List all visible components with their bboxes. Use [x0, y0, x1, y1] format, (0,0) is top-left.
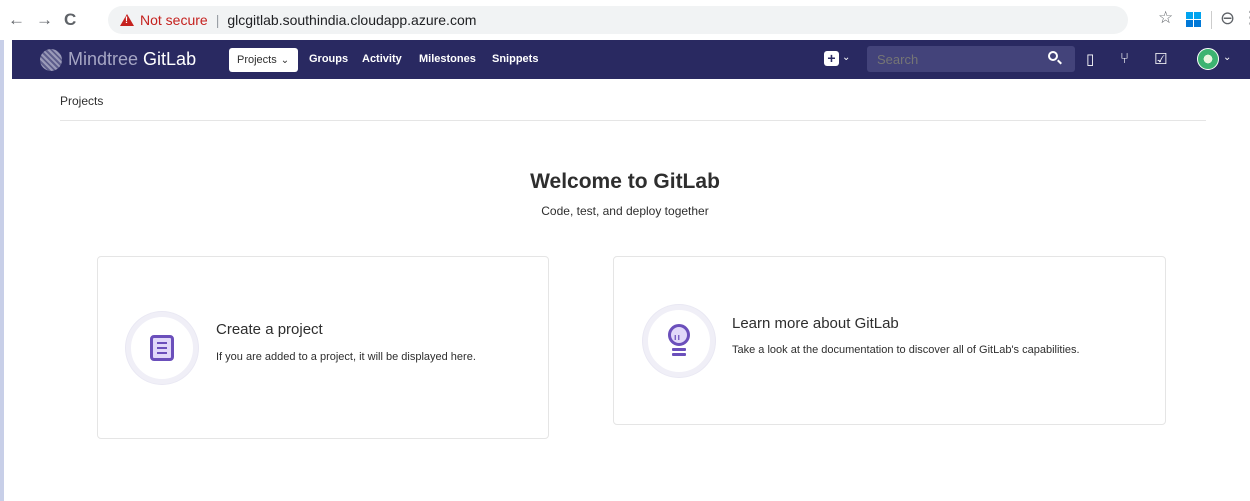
brand-prefix: Mindtree [68, 49, 139, 69]
url-separator: | [215, 12, 220, 28]
profile-icon[interactable]: ⊖ [1220, 8, 1235, 29]
merge-requests-icon[interactable]: ⑂ [1120, 50, 1129, 67]
search-icon[interactable] [1048, 51, 1058, 61]
url-text[interactable]: glcgitlab.southindia.cloudapp.azure.com [227, 12, 476, 28]
learn-gitlab-card[interactable]: ıı Learn more about GitLab Take a look a… [613, 256, 1166, 425]
reload-icon[interactable]: C [64, 10, 76, 30]
warning-icon [120, 14, 134, 26]
project-document-icon [150, 335, 174, 361]
nav-activity[interactable]: Activity [362, 53, 402, 65]
breadcrumb-divider [60, 120, 1206, 121]
gitlab-header: Mindtree GitLab Projects ⌄ Groups Activi… [12, 40, 1250, 79]
nav-groups[interactable]: Groups [309, 53, 348, 65]
not-secure-label[interactable]: Not secure [140, 12, 208, 28]
todos-icon[interactable]: ☑ [1154, 50, 1167, 68]
create-project-card[interactable]: Create a project If you are added to a p… [97, 256, 549, 439]
mindtree-logo-icon[interactable] [40, 49, 62, 71]
nav-snippets[interactable]: Snippets [492, 53, 538, 65]
brand-title[interactable]: Mindtree GitLab [68, 49, 196, 70]
brand-suffix: GitLab [143, 49, 197, 69]
learn-gitlab-title[interactable]: Learn more about GitLab [732, 315, 899, 332]
address-bar[interactable]: Not secure | glcgitlab.southindia.clouda… [108, 6, 1128, 34]
chevron-down-icon: ⌄ [280, 54, 290, 66]
page-title: Welcome to GitLab [530, 170, 720, 193]
browser-toolbar: ← → C Not secure | glcgitlab.southindia.… [0, 0, 1250, 40]
create-project-title[interactable]: Create a project [216, 321, 323, 338]
star-icon[interactable]: ☆ [1158, 8, 1173, 28]
breadcrumb[interactable]: Projects [60, 94, 103, 108]
chevron-down-icon[interactable]: ⌄ [842, 52, 850, 63]
windows-extension-icon[interactable] [1186, 12, 1201, 27]
user-avatar[interactable] [1197, 48, 1219, 70]
create-project-icon-circle [126, 312, 198, 384]
nav-milestones[interactable]: Milestones [419, 53, 476, 65]
projects-dropdown-button[interactable]: Projects ⌄ [229, 48, 298, 72]
menu-icon[interactable]: ⋮ [1242, 8, 1250, 28]
left-edge [0, 40, 4, 501]
learn-gitlab-icon-circle: ıı [643, 305, 715, 377]
learn-gitlab-text: Take a look at the documentation to disc… [732, 344, 1080, 356]
chevron-down-icon[interactable]: ⌄ [1223, 52, 1231, 63]
page-subtitle: Code, test, and deploy together [541, 204, 709, 218]
back-icon[interactable]: ← [8, 10, 25, 30]
toolbar-divider [1211, 11, 1212, 29]
issues-icon[interactable]: ▯ [1086, 50, 1094, 68]
create-project-text: If you are added to a project, it will b… [216, 351, 476, 363]
forward-icon[interactable]: → [36, 10, 53, 30]
search-input[interactable] [867, 46, 1075, 72]
projects-label: Projects [237, 54, 277, 66]
new-item-plus-icon[interactable]: + [824, 51, 839, 66]
